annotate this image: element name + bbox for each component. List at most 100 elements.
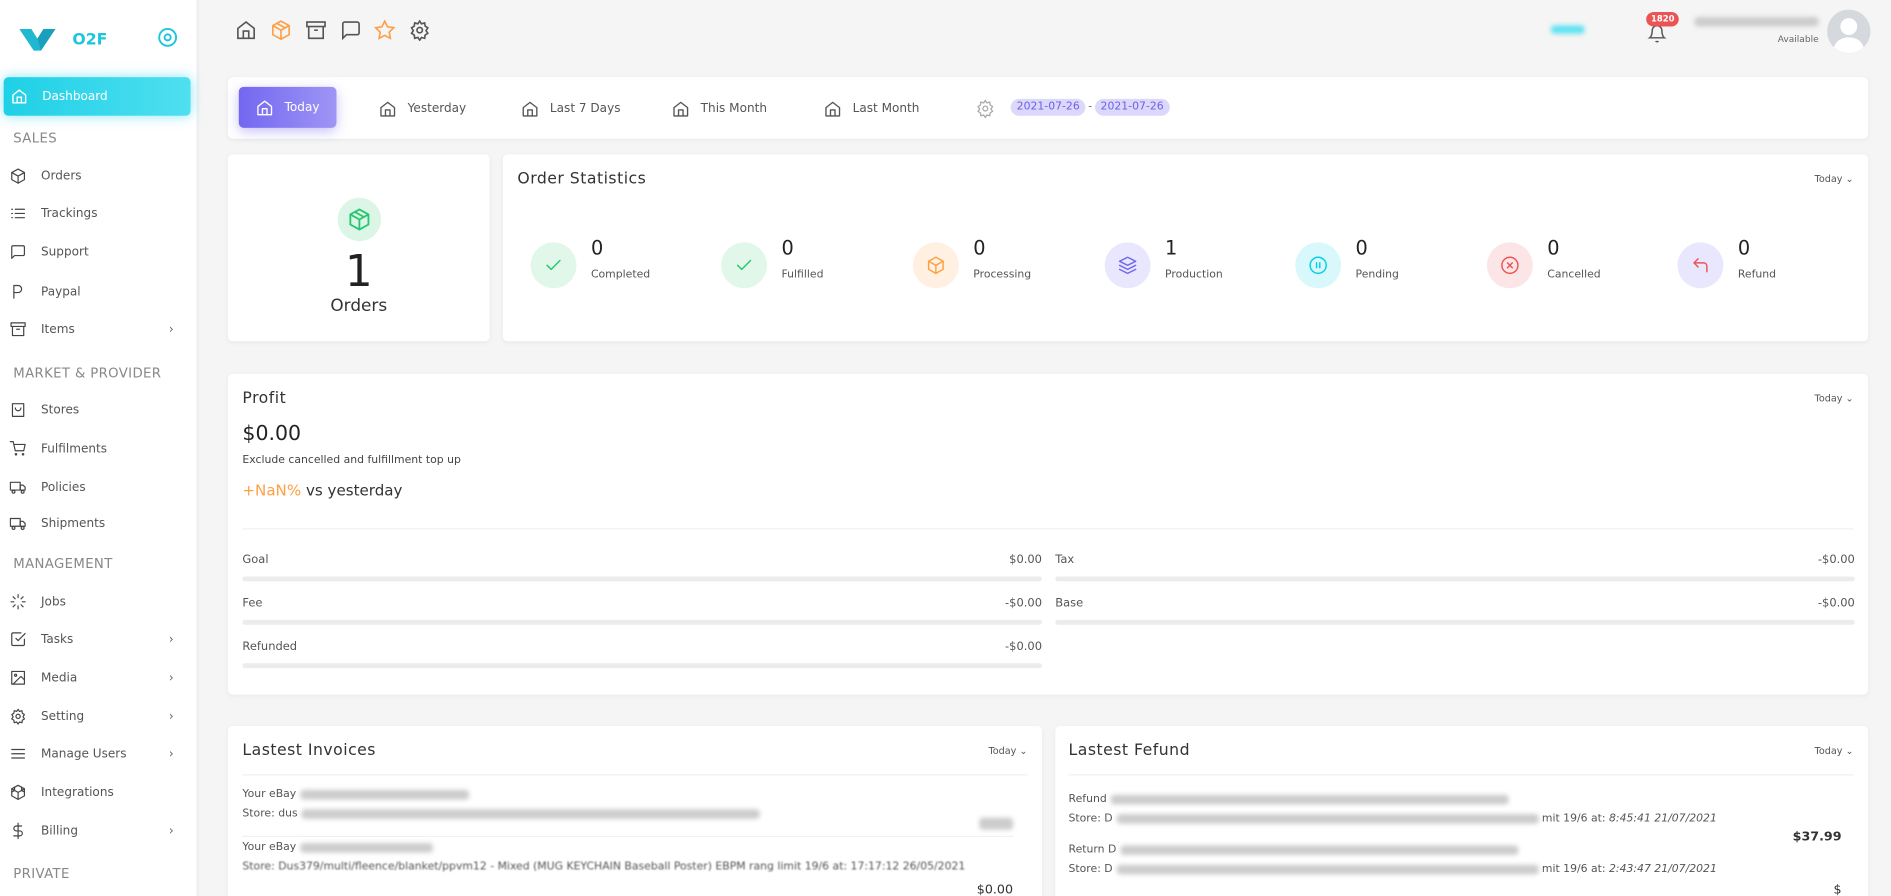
card-title: Lastest Invoices [242,741,376,760]
period-dropdown[interactable]: Today ⌄ [1815,393,1854,404]
invoice-title: Your eBay [242,842,1013,854]
sidebar: O2F Dashboard SALES Orders Trackings Suppor… [0,0,197,896]
filter-label: This Month [700,101,767,116]
invoice-store: Store: dus [242,808,1013,820]
stat-refund[interactable]: 0 Refund [1677,236,1777,289]
sidebar-item-stores[interactable]: Stores [10,396,191,425]
archive-icon[interactable] [305,19,327,41]
filter-last-month[interactable]: Last Month [824,89,920,128]
filter-this-month[interactable]: This Month [672,89,767,128]
stat-completed[interactable]: 0 Completed [530,236,650,289]
refund-time: 2:43:47 21/07/2021 [1609,863,1717,876]
row-label: Refunded [242,640,298,654]
period-dropdown[interactable]: Today ⌄ [1815,174,1854,185]
stat-fulfilled[interactable]: 0 Fulfilled [721,236,823,289]
sidebar-item-media[interactable]: Media › [10,663,191,692]
sidebar-item-orders[interactable]: Orders [10,162,191,191]
stat-value: 0 [1547,235,1560,259]
sidebar-item-billing[interactable]: Billing › [10,816,191,845]
orders-count: 1 [344,247,373,297]
divider [242,528,1854,530]
filter-today[interactable]: Today [238,86,337,128]
divider [242,774,1028,776]
profit-row-base: Base -$0.00 [1055,597,1855,625]
sidebar-item-items[interactable]: Items › [10,315,191,344]
stat-label: Pending [1355,268,1399,281]
sidebar-item-manage-users[interactable]: Manage Users › [10,739,191,768]
archive-icon [10,322,26,337]
chevron-right-icon: › [168,671,174,685]
date-from[interactable]: 2021-07-26 [1010,98,1086,116]
profit-row-fee: Fee -$0.00 [242,597,1042,625]
sidebar-item-jobs[interactable]: Jobs [10,587,191,616]
stat-production[interactable]: 1 Production [1104,236,1223,289]
stat-value: 0 [590,235,604,259]
stat-processing[interactable]: 0 Processing [912,236,1031,289]
box-icon [927,256,944,275]
sidebar-item-tasks[interactable]: Tasks › [10,625,191,654]
check-icon [546,259,561,271]
filter-yesterday[interactable]: Yesterday [379,89,466,128]
refund-store-text: Store: D [1068,812,1113,825]
sidebar-item-fulfilments[interactable]: Fulfilments [9,434,191,463]
list-item[interactable]: Return D Store: D mit 19/6 at: 2:43:47 2… [1069,844,1842,896]
stat-label: Cancelled [1547,268,1601,281]
change-suffix: vs yesterday [305,481,403,500]
date-range[interactable]: 2021-07-26 - 2021-07-26 [1010,98,1170,116]
list-icon [11,208,26,219]
message-icon [11,245,26,259]
period-dropdown[interactable]: Today ⌄ [1815,745,1854,756]
disc-toggle-icon[interactable] [158,27,178,47]
sidebar-item-policies[interactable]: Policies [9,473,191,502]
gear-icon [11,708,26,725]
list-item[interactable]: Your eBay Store: Dus379/multi/fleence/bl… [242,842,1013,896]
sidebar-item-shipments[interactable]: Shipments [9,509,191,538]
list-item[interactable]: Refund Store: D mit 19/6 at: 8:45:41 21/… [1068,794,1842,845]
stat-value: 0 [1355,235,1368,259]
latest-refunds-card: Lastest Fefund Today ⌄ Refund Store: D m… [1055,726,1869,896]
period-dropdown[interactable]: Today ⌄ [988,745,1027,756]
stat-label: Refund [1737,268,1777,281]
invoice-list: Your eBay Store: dus Your eBay Store: Du… [242,789,1014,896]
sidebar-item-dashboard[interactable]: Dashboard [3,77,191,116]
profit-card: Profit Today ⌄ $0.00 Exclude cancelled a… [227,373,1869,695]
sidebar-item-setting[interactable]: Setting › [10,702,191,731]
image-icon [11,670,26,685]
logo[interactable]: O2F [19,27,107,54]
invoice-store-text: Store: Dus379/multi/fleence/blanket/ppvm… [242,861,966,874]
card-title: Lastest Fefund [1068,741,1191,760]
home-icon [522,101,538,117]
sidebar-item-label: Manage Users [41,747,127,761]
sidebar-item-label: Stores [41,403,80,417]
truck-icon [9,517,26,530]
profit-change: +NaN% vs yesterday [242,481,402,499]
gear-icon[interactable] [409,19,431,42]
filter-label: Last Month [852,101,920,116]
profit-row-refunded: Refunded -$0.00 [242,640,1042,669]
sidebar-item-trackings[interactable]: Trackings [10,199,191,228]
row-label: Goal [242,553,269,567]
sidebar-item-label: Paypal [41,285,81,299]
sidebar-item-integrations[interactable]: Integrations [10,778,191,807]
refund-title-text: Return D [1068,844,1117,857]
gear-icon[interactable] [976,99,995,119]
avatar[interactable] [1827,9,1871,54]
box-icon[interactable] [270,19,292,41]
sidebar-item-paypal[interactable]: Paypal [10,277,191,306]
pause-circle-icon [1309,256,1327,275]
stat-pending[interactable]: 0 Pending [1295,236,1399,289]
home-icon[interactable] [235,19,257,41]
refund-time: 8:45:41 21/07/2021 [1609,812,1717,825]
sidebar-item-support[interactable]: Support [10,238,191,267]
divider [242,835,1014,837]
stat-cancelled[interactable]: 0 Cancelled [1486,236,1601,289]
sidebar-item-label: Orders [41,169,82,183]
progress-bar [1055,619,1855,625]
date-separator: - [1088,101,1093,114]
filter-last-7-days[interactable]: Last 7 Days [521,89,621,128]
message-icon[interactable] [340,19,362,41]
home-icon [257,99,273,115]
date-to[interactable]: 2021-07-26 [1094,98,1170,116]
list-item[interactable]: Your eBay Store: dus [242,789,1014,842]
star-icon[interactable] [373,19,396,41]
